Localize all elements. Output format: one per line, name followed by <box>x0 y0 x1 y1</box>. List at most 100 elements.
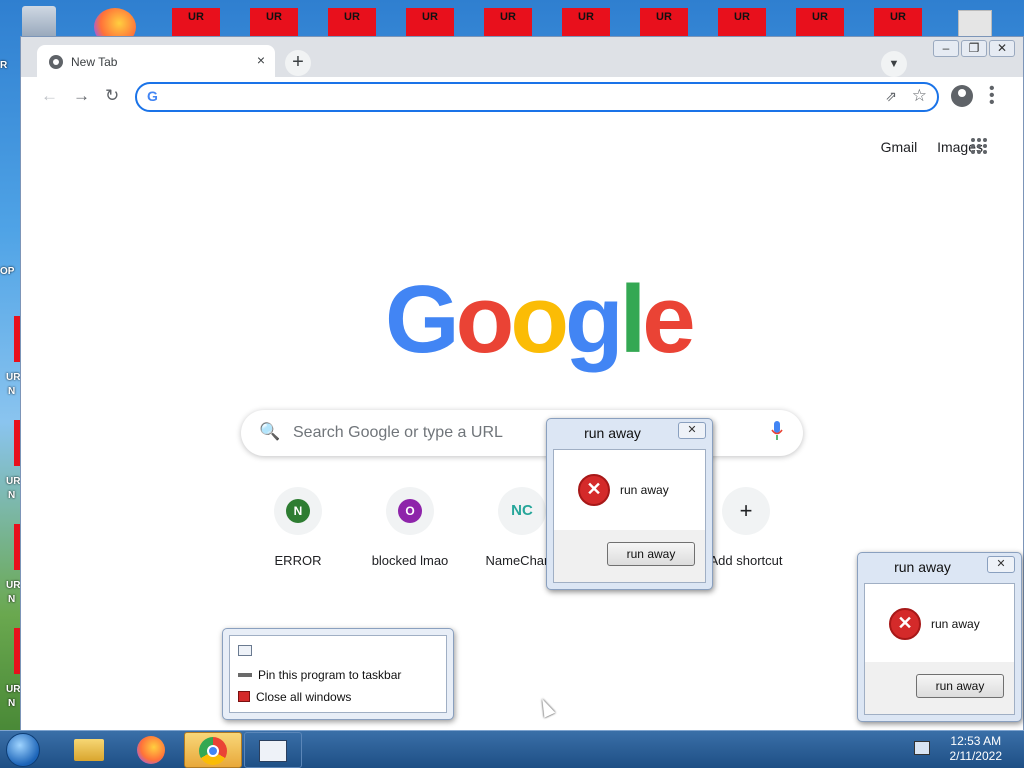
desktop-label-fragment: OP <box>0 266 15 277</box>
file-explorer-taskbar-button[interactable] <box>60 732 118 768</box>
logo-letter: o <box>510 266 569 373</box>
forward-arrow-icon[interactable]: → <box>73 86 90 106</box>
shortcut-icon: O <box>386 487 434 535</box>
shortcut-label: blocked lmao <box>371 553 449 568</box>
firefox-icon <box>137 736 165 764</box>
bookmark-star-icon[interactable]: ☆ <box>912 86 927 106</box>
run-away-dialog: run away ✕ ✕ run away run away <box>546 418 713 590</box>
back-arrow-icon[interactable]: ← <box>41 86 58 106</box>
search-placeholder: Search Google or type a URL <box>293 424 503 441</box>
menu-kebab-icon[interactable]: • • • <box>989 81 995 111</box>
logo-letter: G <box>385 266 460 373</box>
shortcut-initial: + <box>739 498 753 523</box>
clock[interactable]: 12:53 AM 2/11/2022 <box>950 734 1003 764</box>
google-g-icon: G <box>147 88 158 104</box>
start-button[interactable] <box>6 733 40 767</box>
logo-letter: l <box>619 266 647 373</box>
logo-letter: e <box>642 266 695 373</box>
shortcut-tile[interactable]: N ERROR <box>242 487 354 568</box>
run-away-button[interactable]: run away <box>607 542 695 566</box>
desktop-ur-fragment[interactable]: UR N <box>0 420 26 504</box>
ur-icon-label: UR <box>344 11 360 23</box>
window-controls: – ❐ ✕ <box>931 40 1015 57</box>
ur-icon-label: UR <box>266 11 282 23</box>
desktop-label-fragment: UR <box>6 580 21 591</box>
desktop-label-fragment: N <box>8 490 16 501</box>
dialog-title: run away <box>584 425 641 441</box>
desktop-label-fragment: UR <box>6 476 21 487</box>
logo-letter: o <box>455 266 515 373</box>
pin-to-taskbar-item[interactable]: Pin this program to taskbar <box>238 668 401 682</box>
top-links: Gmail Images <box>865 139 983 155</box>
clock-date: 2/11/2022 <box>949 749 1003 763</box>
apps-grid-icon[interactable] <box>971 138 989 156</box>
search-box[interactable]: 🔍 Search Google or type a URL <box>241 410 803 456</box>
app-window-taskbar-button[interactable] <box>244 732 302 768</box>
share-icon[interactable]: ⇗ <box>885 88 897 105</box>
taskbar-jump-list: Pin this program to taskbar Close all wi… <box>222 628 454 720</box>
desktop-label-fragment: N <box>8 594 16 605</box>
app-window-icon <box>238 644 258 658</box>
reload-icon[interactable]: ↻ <box>105 86 119 106</box>
search-icon: 🔍 <box>259 422 281 441</box>
gmail-link[interactable]: Gmail <box>881 139 918 155</box>
omnibox[interactable]: G ⇗ ☆ <box>135 82 939 112</box>
dialog-body: ✕ run away run away <box>553 449 706 583</box>
ur-icon-label: UR <box>734 11 750 23</box>
firefox-taskbar-button[interactable] <box>122 732 180 768</box>
desktop-label-fragment: R <box>0 60 8 71</box>
run-away-dialog: run away ✕ ✕ run away run away <box>857 552 1022 722</box>
microphone-icon[interactable] <box>771 421 783 441</box>
ur-icon-label: UR <box>812 11 828 23</box>
pin-icon <box>238 673 252 677</box>
dialog-message: run away <box>931 617 980 631</box>
error-icon: ✕ <box>889 608 921 640</box>
dialog-close-button[interactable]: ✕ <box>987 556 1015 573</box>
desktop-label-fragment: UR <box>6 372 21 383</box>
shortcut-label: ERROR <box>274 553 322 568</box>
ur-icon-label: UR <box>656 11 672 23</box>
run-away-button[interactable]: run away <box>916 674 1004 698</box>
close-all-windows-item[interactable]: Close all windows <box>238 690 351 704</box>
dialog-body: ✕ run away run away <box>864 583 1015 715</box>
tab-new-tab[interactable]: New Tab × <box>37 45 275 79</box>
desktop-label-fragment: N <box>8 698 16 709</box>
shortcut-icon: NC <box>498 487 546 535</box>
browser-toolbar: ← → ↻ G ⇗ ☆ • • • <box>21 77 1023 117</box>
tab-close-icon[interactable]: × <box>257 52 265 68</box>
desktop-ur-fragment[interactable]: UR N <box>0 628 26 712</box>
window-close-button[interactable]: ✕ <box>989 40 1015 57</box>
ur-icon-label: UR <box>422 11 438 23</box>
jump-list-label: Pin this program to taskbar <box>258 668 402 682</box>
error-icon: ✕ <box>578 474 610 506</box>
shortcut-initial: O <box>398 499 422 523</box>
profile-avatar-icon[interactable] <box>951 85 973 107</box>
network-tray-icon[interactable] <box>914 741 930 755</box>
dialog-close-button[interactable]: ✕ <box>678 422 706 439</box>
chrome-taskbar-button[interactable] <box>184 732 242 768</box>
dialog-footer: run away <box>554 530 705 582</box>
shortcut-tile[interactable]: O blocked lmao <box>354 487 466 568</box>
minimize-button[interactable]: – <box>933 40 959 57</box>
restore-button[interactable]: ❐ <box>961 40 987 57</box>
logo-letter: g <box>564 266 624 373</box>
dialog-footer: run away <box>865 662 1014 714</box>
desktop-ur-fragment[interactable]: UR N <box>0 316 26 397</box>
close-window-icon <box>238 691 250 702</box>
shortcut-icon: N <box>274 487 322 535</box>
jump-list-label: Close all windows <box>256 690 352 704</box>
tab-search-chevron-icon[interactable]: ▼ <box>881 51 907 77</box>
chrome-icon <box>199 737 227 765</box>
desktop-ur-fragment[interactable]: UR N <box>0 524 26 608</box>
ur-icon-label: UR <box>188 11 204 23</box>
dialog-title: run away <box>894 559 951 575</box>
dialog-message: run away <box>620 483 669 497</box>
tab-title: New Tab <box>71 55 118 69</box>
new-tab-button[interactable]: + <box>285 50 311 76</box>
window-icon <box>259 740 287 762</box>
add-icon: + <box>722 487 770 535</box>
ur-icon-label: UR <box>578 11 594 23</box>
address-input[interactable] <box>171 87 851 107</box>
tab-strip: New Tab × + ▼ – ❐ ✕ <box>21 37 1023 79</box>
shortcut-initial: NC <box>511 502 533 519</box>
